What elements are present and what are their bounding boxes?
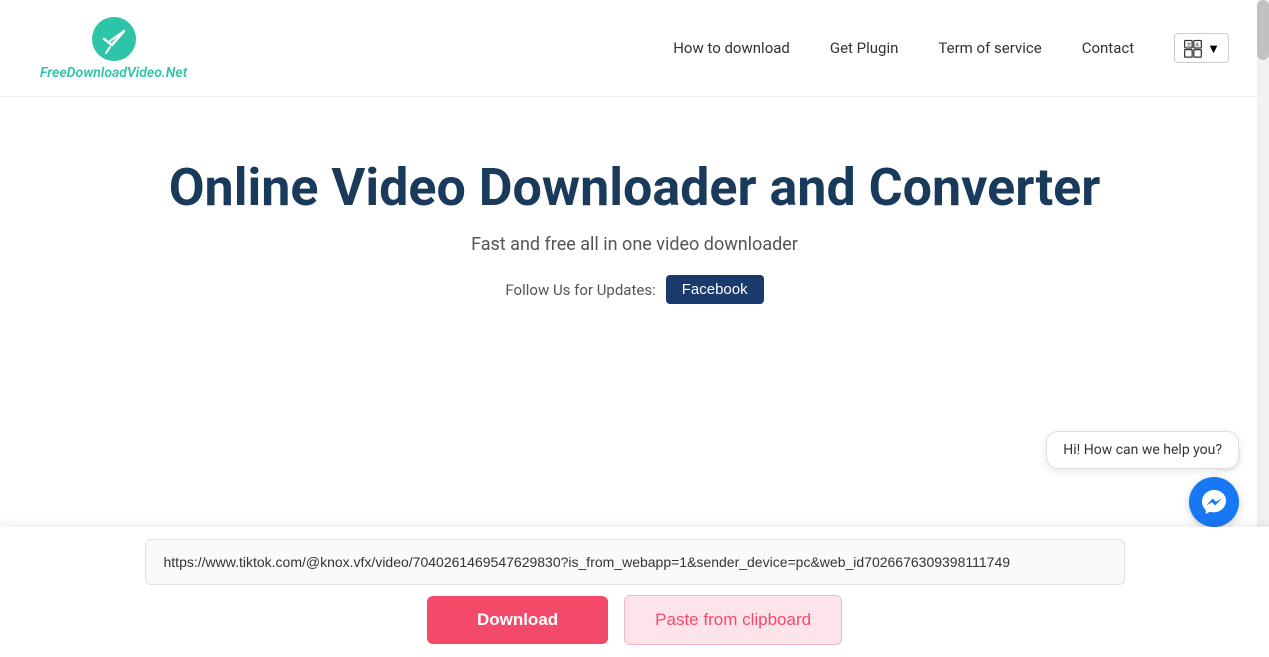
- translate-button[interactable]: 文 A ▼: [1174, 33, 1229, 63]
- nav-item-how-to-download[interactable]: How to download: [673, 39, 790, 57]
- bottom-bar: Download Paste from clipboard: [0, 527, 1269, 657]
- page-headline: Online Video Downloader and Converter: [169, 157, 1101, 218]
- header: FreeDownloadVideo.Net How to download Ge…: [0, 0, 1269, 97]
- svg-text:文: 文: [1186, 41, 1191, 48]
- translate-icon: 文 A: [1183, 38, 1203, 58]
- nav-item-contact[interactable]: Contact: [1082, 39, 1134, 57]
- logo-text: FreeDownloadVideo.Net: [40, 65, 187, 81]
- follow-text: Follow Us for Updates:: [505, 281, 655, 299]
- paste-from-clipboard-button[interactable]: Paste from clipboard: [624, 595, 842, 645]
- chat-bubble: Hi! How can we help you?: [1046, 431, 1239, 469]
- download-button[interactable]: Download: [427, 596, 608, 644]
- url-input-container: [145, 539, 1125, 585]
- action-buttons: Download Paste from clipboard: [427, 595, 842, 645]
- page-subheadline: Fast and free all in one video downloade…: [471, 234, 798, 255]
- follow-row: Follow Us for Updates: Facebook: [505, 275, 763, 304]
- main-content: Online Video Downloader and Converter Fa…: [0, 97, 1269, 304]
- nav-item-term-of-service[interactable]: Term of service: [938, 39, 1041, 57]
- nav-item-get-plugin[interactable]: Get Plugin: [830, 39, 899, 57]
- translate-label: ▼: [1207, 41, 1220, 56]
- nav: How to download Get Plugin Term of servi…: [673, 33, 1229, 63]
- logo-icon: [90, 15, 138, 63]
- logo[interactable]: FreeDownloadVideo.Net: [40, 15, 187, 81]
- chat-widget: Hi! How can we help you?: [1046, 431, 1239, 527]
- messenger-icon: [1200, 488, 1228, 516]
- url-input[interactable]: [145, 539, 1125, 585]
- chat-icon-button[interactable]: [1189, 477, 1239, 527]
- scrollbar-thumb[interactable]: [1257, 0, 1269, 60]
- facebook-button[interactable]: Facebook: [666, 275, 764, 304]
